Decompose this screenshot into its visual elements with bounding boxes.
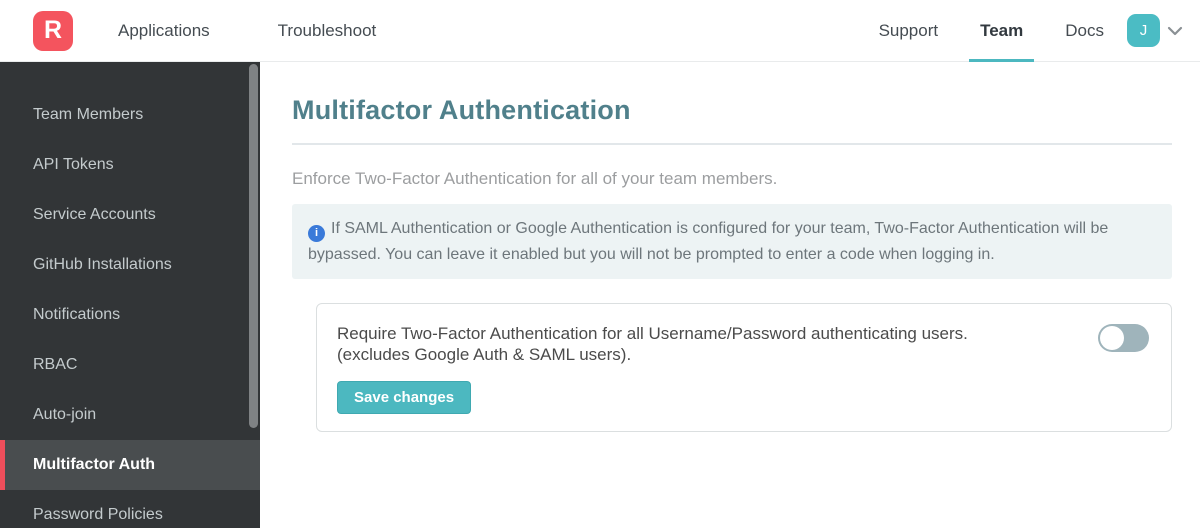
team-settings-sidebar: Team Members API Tokens Service Accounts… bbox=[0, 62, 260, 528]
rollbar-logo[interactable]: R bbox=[33, 10, 73, 51]
saml-bypass-note: i If SAML Authentication or Google Authen… bbox=[292, 204, 1172, 279]
sidebar-scrollbar-thumb[interactable] bbox=[249, 64, 258, 428]
require-two-factor-toggle[interactable] bbox=[1098, 324, 1149, 352]
nav-item-support[interactable]: Support bbox=[868, 0, 950, 62]
page-subtitle: Enforce Two-Factor Authentication for al… bbox=[292, 169, 778, 188]
two-factor-setting-line2: (excludes Google Auth & SAML users). bbox=[337, 345, 632, 364]
nav-item-team[interactable]: Team bbox=[969, 0, 1035, 62]
info-icon: i bbox=[308, 225, 325, 242]
save-changes-button[interactable]: Save changes bbox=[337, 381, 472, 414]
sidebar-item-github-installations[interactable]: GitHub Installations bbox=[0, 240, 260, 290]
sidebar-item-team-members[interactable]: Team Members bbox=[0, 90, 260, 140]
top-header: R Applications Troubleshoot Support Team… bbox=[0, 0, 1200, 62]
saml-bypass-note-text: If SAML Authentication or Google Authent… bbox=[308, 220, 1109, 263]
main-content: Multifactor Authentication Enforce Two-F… bbox=[260, 62, 1200, 528]
user-menu[interactable]: J bbox=[1127, 14, 1183, 47]
nav-item-docs[interactable]: Docs bbox=[1054, 0, 1115, 62]
two-factor-setting-line1: Require Two-Factor Authentication for al… bbox=[337, 324, 968, 343]
sidebar-item-multifactor-auth[interactable]: Multifactor Auth bbox=[0, 440, 260, 490]
sidebar-item-auto-join[interactable]: Auto-join bbox=[0, 390, 260, 440]
two-factor-setting-card: Require Two-Factor Authentication for al… bbox=[316, 303, 1172, 432]
nav-item-applications[interactable]: Applications bbox=[107, 0, 221, 62]
secondary-nav: Support Team Docs bbox=[868, 0, 1115, 62]
toggle-knob bbox=[1100, 326, 1124, 350]
page-title: Multifactor Authentication bbox=[292, 95, 631, 125]
primary-nav: Applications Troubleshoot bbox=[107, 0, 387, 62]
nav-item-troubleshoot[interactable]: Troubleshoot bbox=[267, 0, 388, 62]
chevron-down-icon[interactable] bbox=[1167, 26, 1183, 36]
sidebar-item-notifications[interactable]: Notifications bbox=[0, 290, 260, 340]
sidebar-item-password-policies[interactable]: Password Policies bbox=[0, 490, 260, 528]
two-factor-setting-text: Require Two-Factor Authentication for al… bbox=[337, 323, 1058, 414]
sidebar-item-service-accounts[interactable]: Service Accounts bbox=[0, 190, 260, 240]
avatar[interactable]: J bbox=[1127, 14, 1160, 47]
title-divider bbox=[292, 143, 1172, 145]
sidebar-item-api-tokens[interactable]: API Tokens bbox=[0, 140, 260, 190]
sidebar-item-rbac[interactable]: RBAC bbox=[0, 340, 260, 390]
